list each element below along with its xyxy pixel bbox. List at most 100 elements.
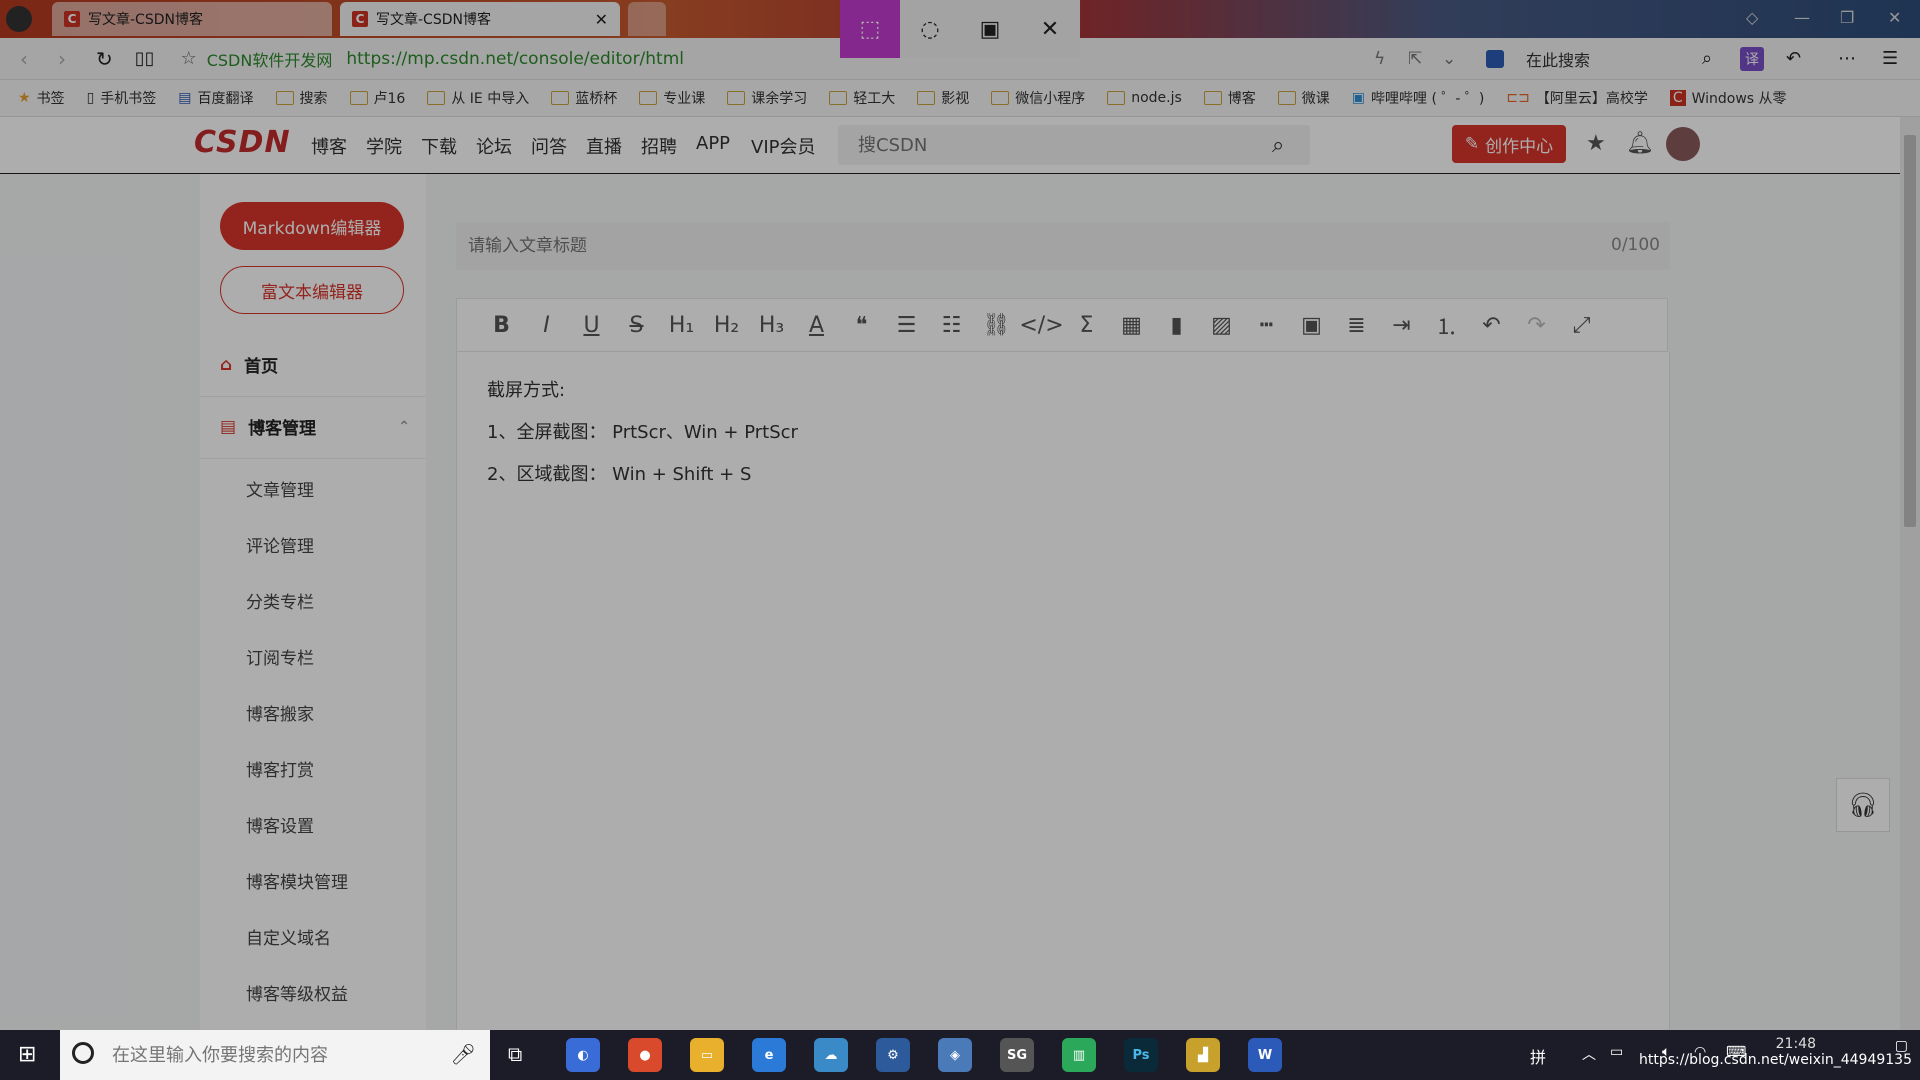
nav-vip[interactable]: VIP会员 xyxy=(751,133,815,159)
bookmark-item[interactable]: ▯ 手机书签 xyxy=(87,88,157,108)
h2-icon[interactable]: H₂ xyxy=(704,313,749,338)
clock-time[interactable]: 21:48 xyxy=(1776,1036,1816,1052)
settings-app-icon[interactable]: ⚙ xyxy=(876,1038,910,1072)
h1-icon[interactable]: H₁ xyxy=(659,313,704,338)
italic-icon[interactable]: I xyxy=(524,313,569,338)
bookmark-folder[interactable]: 轻工大 xyxy=(829,88,895,108)
code-icon[interactable]: </> xyxy=(1019,313,1064,338)
browser-search-input[interactable]: 在此搜索 xyxy=(1526,47,1590,71)
reading-mode-icon[interactable]: ▯▯ xyxy=(135,48,155,69)
hr-icon[interactable]: ┅ xyxy=(1244,313,1289,338)
bookmark-item[interactable]: C Windows 从零 xyxy=(1669,88,1787,108)
notes-app-icon[interactable]: ▥ xyxy=(1062,1038,1096,1072)
avatar[interactable] xyxy=(1666,127,1700,161)
nav-blog[interactable]: 博客 xyxy=(311,133,347,159)
refresh-icon[interactable]: ↻ xyxy=(96,47,113,71)
cloud-app-icon[interactable]: ☁ xyxy=(814,1038,848,1072)
translate-icon[interactable]: 译 xyxy=(1740,46,1764,71)
fullscreen-snip-icon[interactable]: ▣ xyxy=(960,0,1020,58)
freeform-snip-icon[interactable]: ◌ xyxy=(900,0,960,58)
favorite-star-icon[interactable]: ☆ xyxy=(181,48,197,69)
redo-icon[interactable]: ↷ xyxy=(1514,313,1559,338)
indent-icon[interactable]: ⇥ xyxy=(1379,313,1424,338)
windows-start-icon[interactable]: ⊞ xyxy=(18,1042,36,1067)
ime-icon[interactable]: 拼 xyxy=(1530,1044,1546,1068)
nav-qa[interactable]: 问答 xyxy=(531,133,567,159)
sidebar-subitem[interactable]: 文章管理 xyxy=(246,476,314,501)
table-icon[interactable]: ▦ xyxy=(1109,313,1154,338)
bookmark-folder[interactable]: 搜索 xyxy=(275,88,328,108)
sidebar-subitem[interactable]: 博客等级权益 xyxy=(246,980,348,1005)
bucket-app-icon[interactable]: ◈ xyxy=(938,1038,972,1072)
sidebar-subitem[interactable]: 博客设置 xyxy=(246,812,314,837)
tab-2-active[interactable]: C 写文章-CSDN博客 ✕ xyxy=(340,2,620,36)
minimize-icon[interactable]: — xyxy=(1794,8,1810,27)
bookmark-folder[interactable]: 卢16 xyxy=(349,88,405,108)
share-icon[interactable]: ⇱ xyxy=(1408,49,1422,69)
sidebar-item-blog-admin[interactable]: ▤ 博客管理 ⌃ xyxy=(220,414,410,440)
maximize-icon[interactable]: ❐ xyxy=(1840,8,1854,27)
photoshop-app-icon[interactable]: Ps xyxy=(1124,1038,1158,1072)
video-icon[interactable]: ▣ xyxy=(1289,313,1334,338)
csdn-logo[interactable]: CSDN xyxy=(194,125,291,160)
image-icon[interactable]: ▨ xyxy=(1199,313,1244,338)
browser-logo-icon[interactable] xyxy=(6,6,32,32)
word-app-icon[interactable]: W xyxy=(1248,1038,1282,1072)
nav-live[interactable]: 直播 xyxy=(586,133,622,159)
bookmark-folder[interactable]: 从 IE 中导入 xyxy=(427,88,529,108)
monitor-app-icon[interactable]: ▟ xyxy=(1186,1038,1220,1072)
quote-icon[interactable]: ❝ xyxy=(839,313,884,338)
file-explorer-icon[interactable]: ▭ xyxy=(690,1038,724,1072)
more-icon[interactable]: ⋯ xyxy=(1838,48,1856,69)
bookmark-folder[interactable]: 博客 xyxy=(1203,88,1256,108)
article-title-input[interactable] xyxy=(466,235,1550,257)
back-icon[interactable]: ‹ xyxy=(20,47,28,71)
link-icon[interactable]: ⛓ xyxy=(974,313,1019,338)
h3-icon[interactable]: H₃ xyxy=(749,313,794,338)
font-color-icon[interactable]: A xyxy=(794,313,839,338)
nav-app[interactable]: APP xyxy=(696,133,730,154)
bookmark-folder[interactable]: 专业课 xyxy=(639,88,705,108)
sidebar-subitem[interactable]: 评论管理 xyxy=(246,532,314,557)
url-field[interactable]: https://mp.csdn.net/console/editor/html xyxy=(346,49,684,69)
markdown-editor-button[interactable]: Markdown编辑器 xyxy=(220,202,404,250)
chrome-app-icon[interactable]: ● xyxy=(628,1038,662,1072)
tray-expand-icon[interactable]: ︿ xyxy=(1582,1044,1596,1064)
sidebar-subitem[interactable]: 自定义域名 xyxy=(246,924,331,949)
undo-close-icon[interactable]: ↶ xyxy=(1786,48,1801,69)
sidebar-subitem[interactable]: 分类专栏 xyxy=(246,588,314,613)
edge-app-icon[interactable]: e xyxy=(752,1038,786,1072)
nav-academy[interactable]: 学院 xyxy=(366,133,402,159)
nav-download[interactable]: 下载 xyxy=(421,133,457,159)
cortana-icon[interactable] xyxy=(72,1042,94,1064)
bookmark-item[interactable]: ⊏⊐ 【阿里云】高校学 xyxy=(1506,88,1647,108)
microphone-icon[interactable]: 🎤︎ xyxy=(451,1042,476,1066)
ordered-list-icon[interactable]: ☰ xyxy=(884,313,929,338)
page-scrollbar[interactable] xyxy=(1900,117,1920,1030)
chart-icon[interactable]: ▮ xyxy=(1154,313,1199,338)
new-tab-button[interactable] xyxy=(628,2,666,36)
bookmark-folder[interactable]: 微信小程序 xyxy=(991,88,1085,108)
strikethrough-icon[interactable]: S xyxy=(614,313,659,338)
bookmark-folder[interactable]: 课余学习 xyxy=(727,88,807,108)
bookmark-folder[interactable]: 微课 xyxy=(1277,88,1330,108)
nav-jobs[interactable]: 招聘 xyxy=(641,133,677,159)
close-snip-icon[interactable]: ✕ xyxy=(1020,0,1080,58)
close-tab-icon[interactable]: ✕ xyxy=(595,10,608,29)
list-number-icon[interactable]: ⒈ xyxy=(1424,309,1469,341)
task-view-icon[interactable]: ⧉ xyxy=(508,1042,522,1066)
bookmark-item[interactable]: ▤ 百度翻译 xyxy=(178,88,253,108)
dropdown-icon[interactable]: ⌄ xyxy=(1442,49,1456,69)
search-icon[interactable]: ⌕ xyxy=(1272,133,1284,158)
formula-icon[interactable]: Σ xyxy=(1064,313,1109,338)
menu-icon[interactable]: ☰ xyxy=(1882,48,1898,69)
bookmark-folder[interactable]: 影视 xyxy=(917,88,969,108)
sidebar-item-home[interactable]: ⌂ 首页 xyxy=(220,352,278,378)
search-engine-icon[interactable] xyxy=(1486,49,1504,68)
terminal-app-icon[interactable]: SG xyxy=(1000,1038,1034,1072)
bookmark-item[interactable]: ▣ 哔哩哔哩 ( ゜- ゜) xyxy=(1352,88,1485,108)
richtext-editor-button[interactable]: 富文本编辑器 xyxy=(220,266,404,314)
sidebar-subitem[interactable]: 博客搬家 xyxy=(246,700,314,725)
sidebar-subitem[interactable]: 博客打赏 xyxy=(246,756,314,781)
browser-app-icon[interactable]: ◐ xyxy=(566,1038,600,1072)
